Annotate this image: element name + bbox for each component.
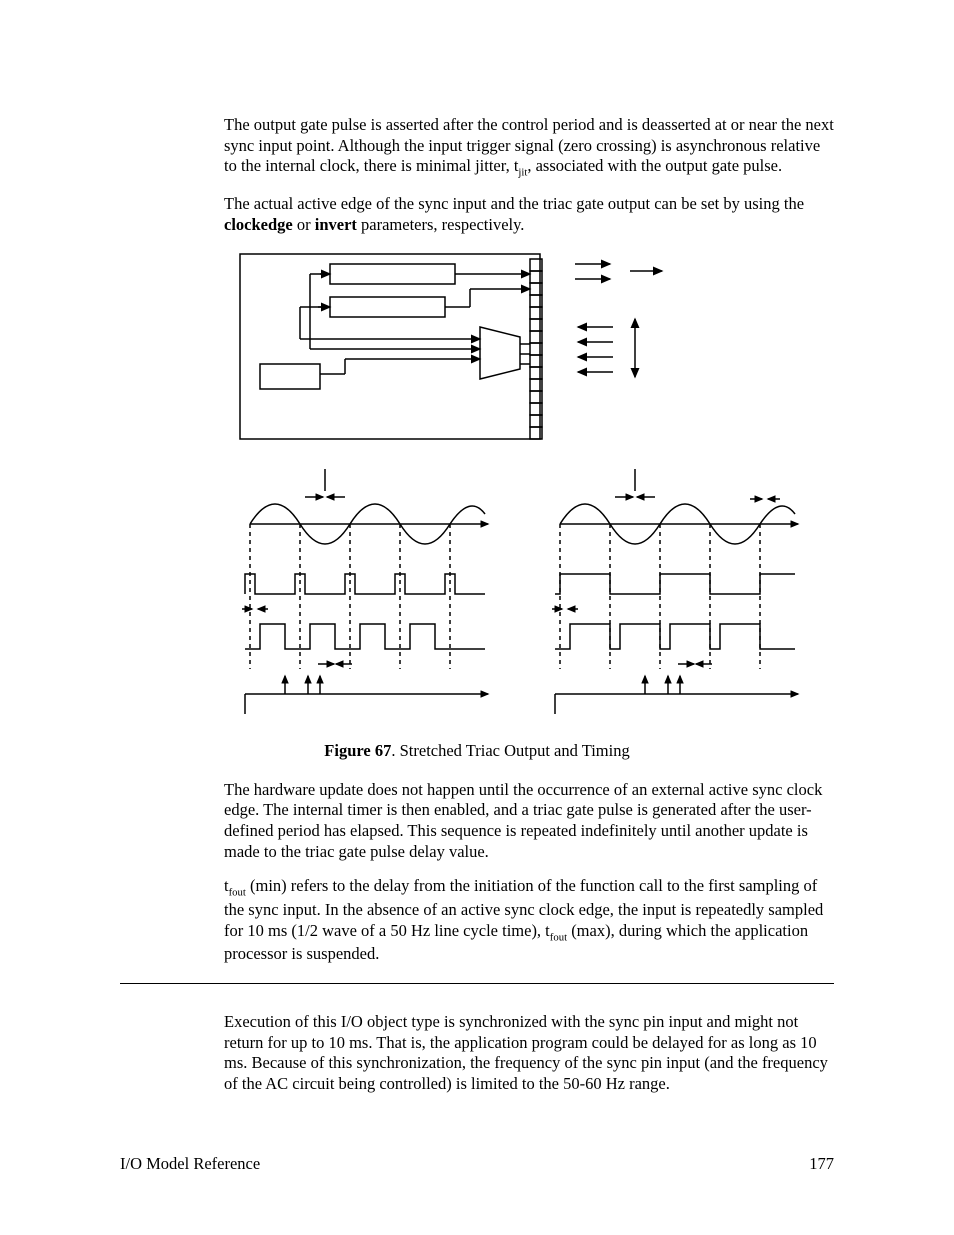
page-footer: I/O Model Reference 177 [120, 1154, 834, 1175]
footer-page-number: 177 [809, 1154, 834, 1175]
paragraph-2: The actual active edge of the sync input… [224, 194, 834, 235]
bold-term: invert [315, 215, 357, 234]
paragraph-1: The output gate pulse is asserted after … [224, 115, 834, 180]
block-diagram [230, 249, 680, 444]
timing-diagrams [230, 469, 820, 719]
paragraph-5: Execution of this I/O object type is syn… [224, 1012, 834, 1095]
caption-text: . Stretched Triac Output and Timing [391, 741, 629, 760]
figure-caption: Figure 67. Stretched Triac Output and Ti… [120, 741, 834, 762]
caption-label: Figure 67 [324, 741, 391, 760]
bold-term: clockedge [224, 215, 293, 234]
text: The actual active edge of the sync input… [224, 194, 804, 213]
text: parameters, respectively. [357, 215, 525, 234]
text: , associated with the output gate pulse. [527, 156, 782, 175]
figure-67 [230, 249, 834, 719]
paragraph-4: tfout (min) refers to the delay from the… [224, 876, 834, 965]
text: or [293, 215, 315, 234]
subscript: fout [229, 887, 246, 899]
paragraph-3: The hardware update does not happen unti… [224, 780, 834, 863]
horizontal-rule [120, 983, 834, 984]
footer-left: I/O Model Reference [120, 1154, 260, 1175]
subscript: fout [550, 931, 567, 943]
